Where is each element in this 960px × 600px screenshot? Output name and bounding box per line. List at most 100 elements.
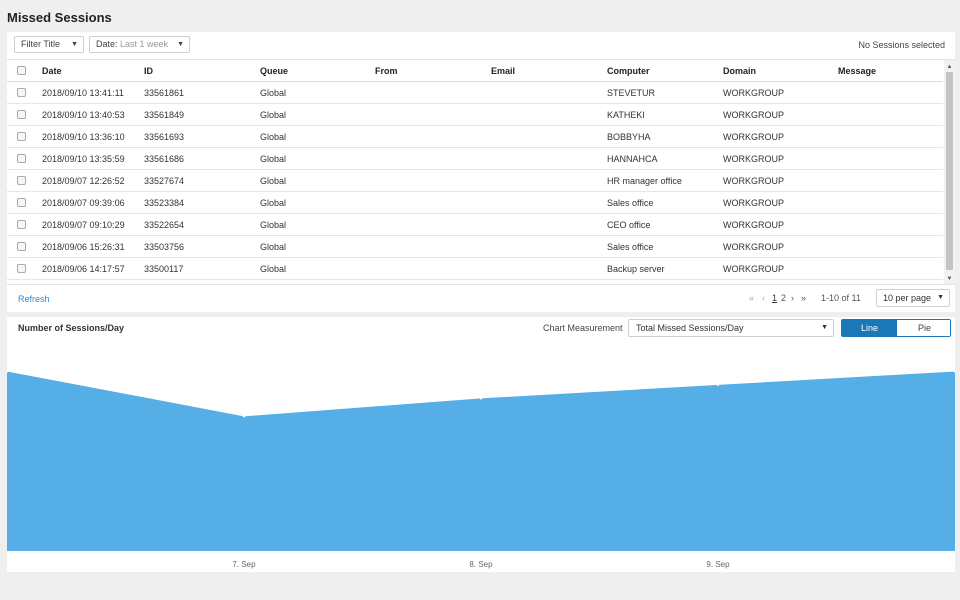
refresh-link[interactable]: Refresh <box>18 294 50 304</box>
data-point[interactable] <box>716 383 720 387</box>
caret-down-icon: ▼ <box>937 294 944 301</box>
chart-measurement-select[interactable]: Total Missed Sessions/Day ▼ <box>628 319 834 337</box>
cell-id: 33561861 <box>144 88 185 98</box>
cell-domain: WORKGROUP <box>723 110 785 120</box>
caret-down-icon: ▼ <box>821 324 828 331</box>
column-header-id[interactable]: ID <box>144 60 153 82</box>
chart-view-toggle: Line Pie <box>841 319 951 337</box>
cell-domain: WORKGROUP <box>723 132 785 142</box>
cell-id: 33503756 <box>144 242 185 252</box>
column-header-email[interactable]: Email <box>491 60 515 82</box>
table-row[interactable]: 2018/09/10 13:41:11 33561861 Global STEVETU… <box>7 82 943 104</box>
table-row[interactable]: 2018/09/07 09:39:06 33523384 Global Sales o… <box>7 192 943 214</box>
cell-id: 33500117 <box>144 264 184 274</box>
table-row[interactable]: 2018/09/07 09:10:29 33522654 Global CEO off… <box>7 214 943 236</box>
cell-queue: Global <box>260 220 287 230</box>
next-page-icon[interactable]: › <box>791 293 794 303</box>
page-1-link[interactable]: 1 <box>772 293 777 303</box>
cell-computer: STEVETUR <box>607 88 656 98</box>
column-header-date[interactable]: Date <box>42 60 62 82</box>
row-checkbox[interactable] <box>17 88 26 97</box>
cell-computer: HANNAHCA <box>607 154 658 164</box>
row-checkbox[interactable] <box>17 132 26 141</box>
cell-queue: Global <box>260 132 287 142</box>
first-page-icon[interactable]: « <box>749 293 754 303</box>
scroll-down-icon[interactable]: ▼ <box>944 274 955 284</box>
chart-title: Number of Sessions/Day <box>18 323 125 333</box>
cell-date: 2018/09/07 09:10:29 <box>42 220 125 230</box>
table-row[interactable]: 2018/09/06 15:26:31 33503756 Global Sales o… <box>7 236 943 258</box>
column-header-domain[interactable]: Domain <box>723 60 756 82</box>
cell-id: 33561693 <box>144 132 185 142</box>
cell-id: 33523384 <box>144 198 185 208</box>
cell-domain: WORKGROUP <box>723 242 785 252</box>
selection-status: No Sessions selected <box>858 40 945 50</box>
cell-id: 33561849 <box>144 110 185 120</box>
cell-domain: WORKGROUP <box>723 220 785 230</box>
cell-computer: KATHEKI <box>607 110 645 120</box>
filter-title-label: Filter Title <box>21 39 61 49</box>
table-row[interactable]: 2018/09/10 13:40:53 33561849 Global KATHEKI… <box>7 104 943 126</box>
x-tick-label: 7. Sep <box>232 560 256 569</box>
date-filter-value: Last 1 week <box>120 39 169 49</box>
cell-date: 2018/09/06 14:17:57 <box>42 264 125 274</box>
cell-queue: Global <box>260 88 287 98</box>
cell-computer: BOBBYHA <box>607 132 651 142</box>
cell-domain: WORKGROUP <box>723 176 785 186</box>
scroll-up-icon[interactable]: ▲ <box>944 62 955 72</box>
row-checkbox[interactable] <box>17 264 26 273</box>
sessions-table: Date ID Queue From Email Computer Domain… <box>7 59 955 284</box>
select-all-checkbox[interactable] <box>17 66 26 75</box>
last-page-icon[interactable]: » <box>801 293 806 303</box>
cell-domain: WORKGROUP <box>723 198 785 208</box>
cell-date: 2018/09/07 09:39:06 <box>42 198 125 208</box>
table-row[interactable]: 2018/09/10 13:35:59 33561686 Global HANNAHC… <box>7 148 943 170</box>
x-tick-label: 9. Sep <box>706 560 730 569</box>
table-row[interactable]: 2018/09/06 14:17:57 33500117 Global Backup … <box>7 258 943 280</box>
column-header-computer[interactable]: Computer <box>607 60 650 82</box>
date-filter-dropdown[interactable]: Date: Last 1 week ▼ <box>89 36 190 53</box>
cell-date: 2018/09/10 13:36:10 <box>42 132 125 142</box>
per-page-select[interactable]: 10 per page ▼ <box>876 289 950 307</box>
data-point[interactable] <box>242 415 246 418</box>
chart-header: Number of Sessions/Day Chart Measurement… <box>7 317 955 339</box>
line-view-button[interactable]: Line <box>842 320 897 336</box>
caret-down-icon: ▼ <box>177 41 184 48</box>
cell-domain: WORKGROUP <box>723 154 785 164</box>
scrollbar-thumb[interactable] <box>946 72 953 270</box>
table-header-row: Date ID Queue From Email Computer Domain… <box>7 60 943 82</box>
page-range: 1-10 of 11 <box>821 293 861 303</box>
cell-date: 2018/09/06 15:26:31 <box>42 242 125 252</box>
cell-queue: Global <box>260 154 287 164</box>
cell-queue: Global <box>260 264 287 274</box>
cell-computer: CEO office <box>607 220 651 230</box>
chart-measurement-label: Chart Measurement <box>543 323 623 333</box>
row-checkbox[interactable] <box>17 154 26 163</box>
cell-domain: WORKGROUP <box>723 88 785 98</box>
cell-queue: Global <box>260 242 287 252</box>
cell-computer: Sales office <box>607 198 654 208</box>
row-checkbox[interactable] <box>17 198 26 207</box>
column-header-message[interactable]: Message <box>838 60 876 82</box>
caret-down-icon: ▼ <box>71 41 78 48</box>
data-point[interactable] <box>479 397 483 400</box>
filter-title-dropdown[interactable]: Filter Title ▼ <box>14 36 84 53</box>
column-header-queue[interactable]: Queue <box>260 60 288 82</box>
x-tick-label: 8. Sep <box>469 560 493 569</box>
per-page-value: 10 per page <box>883 293 932 303</box>
row-checkbox[interactable] <box>17 176 26 185</box>
table-row[interactable]: 2018/09/07 12:26:52 33527674 Global HR mana… <box>7 170 943 192</box>
prev-page-icon[interactable]: ‹ <box>762 293 765 303</box>
table-scrollbar[interactable]: ▲ ▼ <box>944 60 955 284</box>
row-checkbox[interactable] <box>17 220 26 229</box>
pie-view-button[interactable]: Pie <box>897 320 950 336</box>
column-header-from[interactable]: From <box>375 60 398 82</box>
row-checkbox[interactable] <box>17 242 26 251</box>
page-2-link[interactable]: 2 <box>781 293 786 303</box>
table-row[interactable]: 2018/09/10 13:36:10 33561693 Global BOBBYHA… <box>7 126 943 148</box>
filter-toolbar: Filter Title ▼ Date: Last 1 week ▼ No Se… <box>7 32 955 58</box>
row-checkbox[interactable] <box>17 110 26 119</box>
cell-id: 33527674 <box>144 176 185 186</box>
cell-computer: Sales office <box>607 242 654 252</box>
cell-domain: WORKGROUP <box>723 264 785 274</box>
